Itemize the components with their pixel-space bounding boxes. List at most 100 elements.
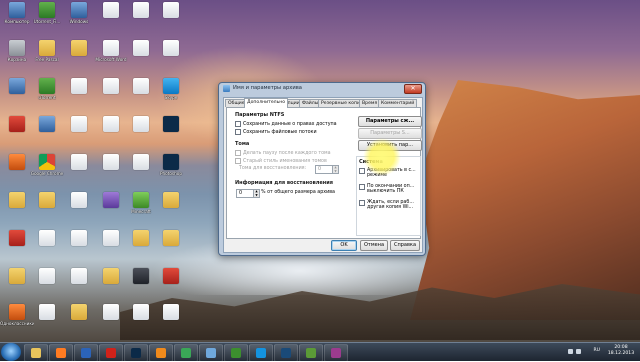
taskbar-app-button[interactable] bbox=[224, 344, 248, 362]
desktop-shortcut[interactable] bbox=[64, 76, 94, 108]
desktop-shortcut[interactable] bbox=[2, 114, 32, 146]
desktop-shortcut[interactable]: Skype bbox=[156, 76, 186, 108]
desktop-shortcut[interactable] bbox=[96, 302, 126, 334]
desktop-shortcut[interactable] bbox=[32, 114, 62, 146]
photoshop-icon bbox=[163, 154, 179, 170]
desktop-shortcut[interactable] bbox=[64, 228, 94, 260]
desktop-shortcut[interactable]: Photoshop bbox=[156, 152, 186, 184]
shutdown-pc-checkbox[interactable]: По окончании оп... выключить ПК bbox=[359, 184, 419, 194]
wait-other-copy-checkbox[interactable]: Ждать, если раб... другая копия Wi... bbox=[359, 200, 419, 210]
taskbar-app-button[interactable] bbox=[24, 344, 48, 362]
desktop-shortcut[interactable] bbox=[126, 228, 156, 260]
recovery-percent-spinner[interactable]: 0 ▲ ▼ bbox=[236, 189, 260, 198]
pause-after-volume-checkbox[interactable]: Делать паузу после каждого тома bbox=[235, 150, 331, 156]
desktop-shortcut[interactable] bbox=[126, 266, 156, 298]
cancel-button[interactable]: Отмена bbox=[360, 240, 388, 251]
desktop-shortcut[interactable] bbox=[32, 228, 62, 260]
desktop-shortcut[interactable] bbox=[64, 38, 94, 70]
desktop-shortcut[interactable]: Utorrent_Fi... bbox=[32, 0, 62, 32]
desktop-shortcut[interactable] bbox=[96, 152, 126, 184]
document-icon bbox=[39, 268, 55, 284]
desktop-shortcut[interactable] bbox=[32, 266, 62, 298]
set-password-button[interactable]: Установить пар... bbox=[358, 140, 422, 151]
desktop-shortcut[interactable] bbox=[96, 190, 126, 222]
desktop-shortcut[interactable]: Одноклассники bbox=[0, 302, 34, 334]
desktop-shortcut[interactable] bbox=[2, 152, 32, 184]
old-volume-naming-checkbox[interactable]: Старый стиль именования томов bbox=[235, 158, 327, 164]
desktop-shortcut[interactable] bbox=[2, 266, 32, 298]
desktop-shortcut[interactable] bbox=[126, 38, 156, 70]
network-icon[interactable] bbox=[568, 349, 573, 354]
tab-time[interactable]: Время bbox=[359, 99, 381, 107]
taskbar-app-button[interactable] bbox=[249, 344, 273, 362]
desktop-shortcut[interactable] bbox=[156, 38, 186, 70]
document-icon bbox=[133, 2, 149, 18]
taskbar-app-button[interactable] bbox=[149, 344, 173, 362]
close-button[interactable]: ✕ bbox=[404, 84, 422, 94]
desktop-shortcut[interactable] bbox=[64, 114, 94, 146]
tab-advanced[interactable]: Дополнительно bbox=[244, 98, 289, 108]
desktop-shortcut[interactable] bbox=[96, 266, 126, 298]
desktop-shortcut[interactable]: uTorrent bbox=[32, 76, 62, 108]
desktop-shortcut[interactable] bbox=[126, 0, 156, 32]
desktop-shortcut[interactable] bbox=[126, 114, 156, 146]
desktop-shortcut[interactable]: Корзина bbox=[2, 38, 32, 70]
compression-params-button[interactable]: Параметры сж... bbox=[358, 116, 422, 127]
taskbar-app-button[interactable] bbox=[99, 344, 123, 362]
desktop-shortcut[interactable]: Windows bbox=[64, 0, 94, 32]
taskbar-app-button[interactable] bbox=[174, 344, 198, 362]
desktop-shortcut[interactable] bbox=[64, 152, 94, 184]
sfx-params-button[interactable]: Параметры S... bbox=[358, 128, 422, 139]
desktop-shortcut[interactable] bbox=[156, 266, 186, 298]
spinner-arrows-icon[interactable]: ▲ ▼ bbox=[253, 189, 259, 197]
desktop-shortcut[interactable] bbox=[156, 302, 186, 334]
desktop-shortcut[interactable] bbox=[96, 0, 126, 32]
recovery-volumes-spinner[interactable]: 0 ▲ ▼ bbox=[315, 165, 339, 174]
desktop-shortcut[interactable] bbox=[64, 266, 94, 298]
help-button[interactable]: Справка bbox=[390, 240, 420, 251]
desktop-shortcut[interactable] bbox=[96, 114, 126, 146]
desktop-shortcut[interactable]: Free Pascal bbox=[32, 38, 62, 70]
clock[interactable]: 20:08 18.12.2013 bbox=[606, 345, 636, 357]
taskbar-app-button[interactable] bbox=[324, 344, 348, 362]
desktop-shortcut[interactable] bbox=[32, 302, 62, 334]
desktop-shortcut[interactable] bbox=[2, 190, 32, 222]
desktop-shortcut[interactable] bbox=[64, 302, 94, 334]
desktop-shortcut[interactable]: Компьютер bbox=[2, 0, 32, 32]
desktop-shortcut[interactable]: Minecraft bbox=[126, 190, 156, 222]
tab-comment[interactable]: Комментарий bbox=[378, 99, 418, 107]
ok-button[interactable]: OK bbox=[331, 240, 357, 251]
desktop-shortcut[interactable] bbox=[96, 228, 126, 260]
document-icon bbox=[163, 304, 179, 320]
desktop-shortcut[interactable]: Microsoft Word bbox=[95, 38, 127, 70]
save-permissions-checkbox[interactable]: Сохранить данные о правах доступа bbox=[235, 121, 337, 127]
background-mode-checkbox[interactable]: Архивировать в с... режиме bbox=[359, 168, 419, 178]
desktop-shortcut[interactable] bbox=[156, 190, 186, 222]
desktop-shortcut[interactable] bbox=[2, 76, 32, 108]
desktop-shortcut[interactable] bbox=[96, 76, 126, 108]
taskbar-app-button[interactable] bbox=[299, 344, 323, 362]
taskbar-app-button[interactable] bbox=[124, 344, 148, 362]
taskbar-app-button[interactable] bbox=[274, 344, 298, 362]
save-streams-checkbox[interactable]: Сохранить файловые потоки bbox=[235, 129, 317, 135]
desktop-shortcut[interactable] bbox=[156, 114, 186, 146]
desktop-shortcut[interactable] bbox=[156, 0, 186, 32]
language-indicator[interactable]: RU bbox=[593, 348, 600, 353]
desktop-shortcut[interactable] bbox=[126, 76, 156, 108]
start-button[interactable] bbox=[1, 343, 21, 361]
desktop-shortcut[interactable]: Google Chrome bbox=[31, 152, 63, 184]
desktop-shortcut[interactable] bbox=[2, 228, 32, 260]
desktop-shortcut[interactable] bbox=[32, 190, 62, 222]
taskbar-app-button[interactable] bbox=[74, 344, 98, 362]
volume-icon[interactable] bbox=[576, 349, 581, 354]
desktop-shortcut[interactable] bbox=[156, 228, 186, 260]
checkbox-box bbox=[235, 121, 241, 127]
dialog-titlebar[interactable]: Имя и параметры архива ✕ bbox=[219, 83, 425, 94]
desktop-shortcut[interactable] bbox=[64, 190, 94, 222]
taskbar-app-button[interactable] bbox=[199, 344, 223, 362]
recovery-percent-suffix: % от общего размера архива bbox=[261, 190, 336, 195]
taskbar-app-button[interactable] bbox=[49, 344, 73, 362]
desktop-shortcut[interactable] bbox=[126, 152, 156, 184]
desktop-shortcut[interactable] bbox=[126, 302, 156, 334]
spinner-arrows-icon[interactable]: ▲ ▼ bbox=[332, 165, 338, 173]
